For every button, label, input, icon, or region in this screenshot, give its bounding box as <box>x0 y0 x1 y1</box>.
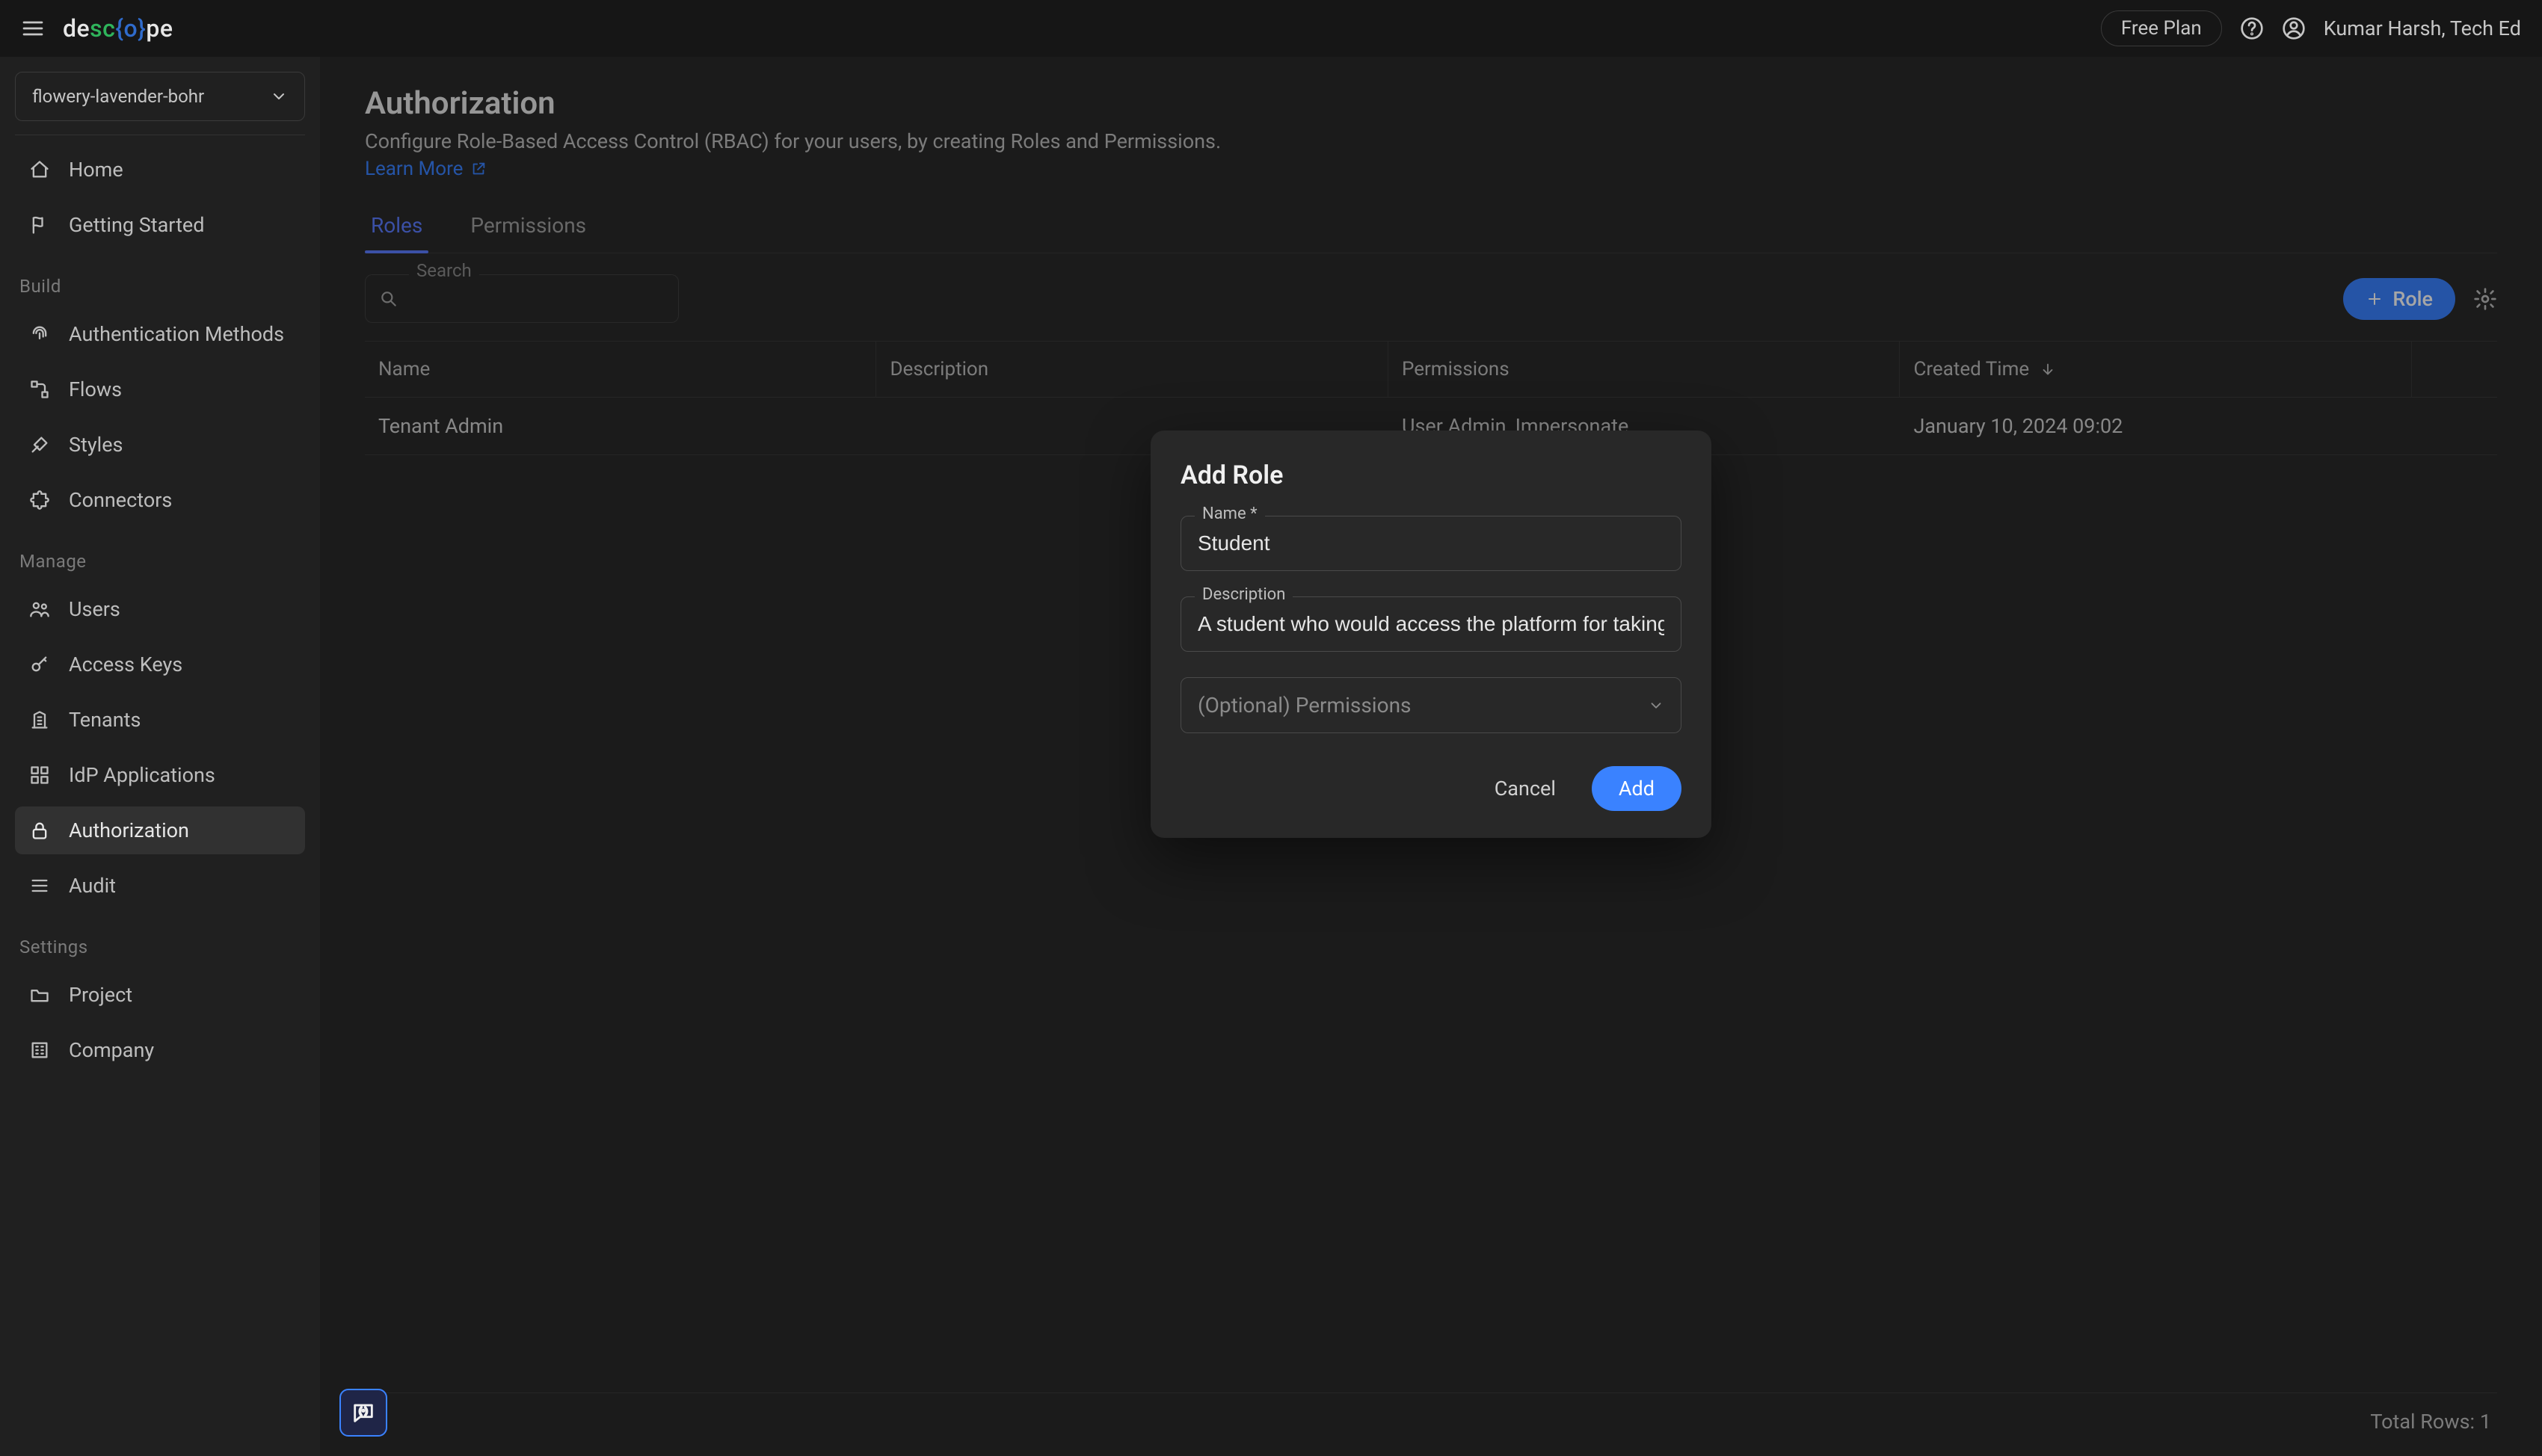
sidebar-item-label: Home <box>69 158 123 182</box>
sidebar-item-project[interactable]: Project <box>15 971 305 1019</box>
chat-icon: (•) <box>351 1400 376 1425</box>
chevron-down-icon <box>270 87 288 105</box>
sidebar-item-label: IdP Applications <box>69 763 215 787</box>
logo-part: {o} <box>115 14 146 43</box>
cancel-button[interactable]: Cancel <box>1478 766 1572 811</box>
sidebar-item-home[interactable]: Home <box>15 146 305 194</box>
logo-part: de <box>63 14 90 43</box>
home-icon <box>27 159 52 180</box>
name-field-label: Name * <box>1195 505 1265 523</box>
flag-icon <box>27 215 52 235</box>
dialog-actions: Cancel Add <box>1181 766 1681 811</box>
description-field[interactable]: Description <box>1181 596 1681 652</box>
sidebar-item-label: Users <box>69 597 120 621</box>
sidebar-item-flows[interactable]: Flows <box>15 365 305 413</box>
project-select[interactable]: flowery-lavender-bohr <box>15 72 305 121</box>
sidebar-item-label: Project <box>69 983 132 1007</box>
sidebar-item-label: Access Keys <box>69 653 182 676</box>
dropdown-icon <box>1648 697 1664 714</box>
user-avatar-icon[interactable] <box>2282 16 2306 40</box>
sidebar-heading-build: Build <box>19 276 301 297</box>
sidebar-item-authorization[interactable]: Authorization <box>15 806 305 854</box>
users-icon <box>27 599 52 620</box>
sidebar-item-label: Authentication Methods <box>69 322 284 346</box>
sidebar-item-label: Flows <box>69 377 122 401</box>
name-input[interactable] <box>1198 531 1664 555</box>
sidebar-item-getting-started[interactable]: Getting Started <box>15 201 305 249</box>
sidebar-heading-settings: Settings <box>19 937 301 957</box>
sidebar-item-label: Company <box>69 1038 154 1062</box>
sidebar-item-users[interactable]: Users <box>15 585 305 633</box>
sidebar-item-label: Getting Started <box>69 213 204 237</box>
sidebar-item-audit[interactable]: Audit <box>15 862 305 910</box>
building-icon <box>27 709 52 730</box>
sidebar-item-idp-apps[interactable]: IdP Applications <box>15 751 305 799</box>
sidebar-item-company[interactable]: Company <box>15 1026 305 1074</box>
company-icon <box>27 1040 52 1061</box>
logo-part: pe <box>146 14 173 43</box>
key-icon <box>27 654 52 675</box>
sidebar-item-auth-methods[interactable]: Authentication Methods <box>15 310 305 358</box>
sidebar-item-label: Styles <box>69 433 123 457</box>
sidebar-item-access-keys[interactable]: Access Keys <box>15 641 305 688</box>
svg-text:(•): (•) <box>359 1405 368 1416</box>
logo-part: sc <box>90 14 115 43</box>
sidebar-item-label: Connectors <box>69 488 172 512</box>
fingerprint-icon <box>27 324 52 345</box>
sidebar-item-tenants[interactable]: Tenants <box>15 696 305 744</box>
add-button[interactable]: Add <box>1592 766 1681 811</box>
dialog-title: Add Role <box>1181 460 1681 490</box>
sidebar-item-label: Authorization <box>69 818 189 842</box>
add-role-dialog: Add Role Name * Description (Optional) P… <box>1151 431 1711 838</box>
project-name: flowery-lavender-bohr <box>32 86 204 107</box>
sidebar-heading-manage: Manage <box>19 551 301 572</box>
chat-bubble[interactable]: (•) <box>339 1389 387 1437</box>
flows-icon <box>27 379 52 400</box>
sidebar: flowery-lavender-bohr Home Getting Start… <box>0 57 320 1456</box>
permissions-placeholder: (Optional) Permissions <box>1198 693 1411 718</box>
sidebar-item-connectors[interactable]: Connectors <box>15 476 305 524</box>
sidebar-item-label: Audit <box>69 874 116 898</box>
logo: desc{o}pe <box>63 14 173 43</box>
plan-chip[interactable]: Free Plan <box>2101 10 2222 46</box>
user-name: Kumar Harsh, Tech Ed <box>2324 16 2521 40</box>
lock-icon <box>27 820 52 841</box>
sidebar-item-label: Tenants <box>69 708 141 732</box>
description-field-label: Description <box>1195 585 1293 604</box>
apps-icon <box>27 765 52 786</box>
description-input[interactable] <box>1198 612 1664 636</box>
topbar: desc{o}pe Free Plan Kumar Harsh, Tech Ed <box>0 0 2542 57</box>
hamburger-icon[interactable] <box>21 16 45 40</box>
help-icon[interactable] <box>2240 16 2264 40</box>
folder-icon <box>27 984 52 1005</box>
main: Authorization Configure Role-Based Acces… <box>320 57 2542 1456</box>
list-icon <box>27 875 52 896</box>
permissions-select[interactable]: (Optional) Permissions <box>1181 677 1681 733</box>
brush-icon <box>27 434 52 455</box>
sidebar-item-styles[interactable]: Styles <box>15 421 305 469</box>
modal-overlay[interactable]: Add Role Name * Description (Optional) P… <box>320 57 2542 1456</box>
puzzle-icon <box>27 490 52 510</box>
name-field[interactable]: Name * <box>1181 516 1681 571</box>
